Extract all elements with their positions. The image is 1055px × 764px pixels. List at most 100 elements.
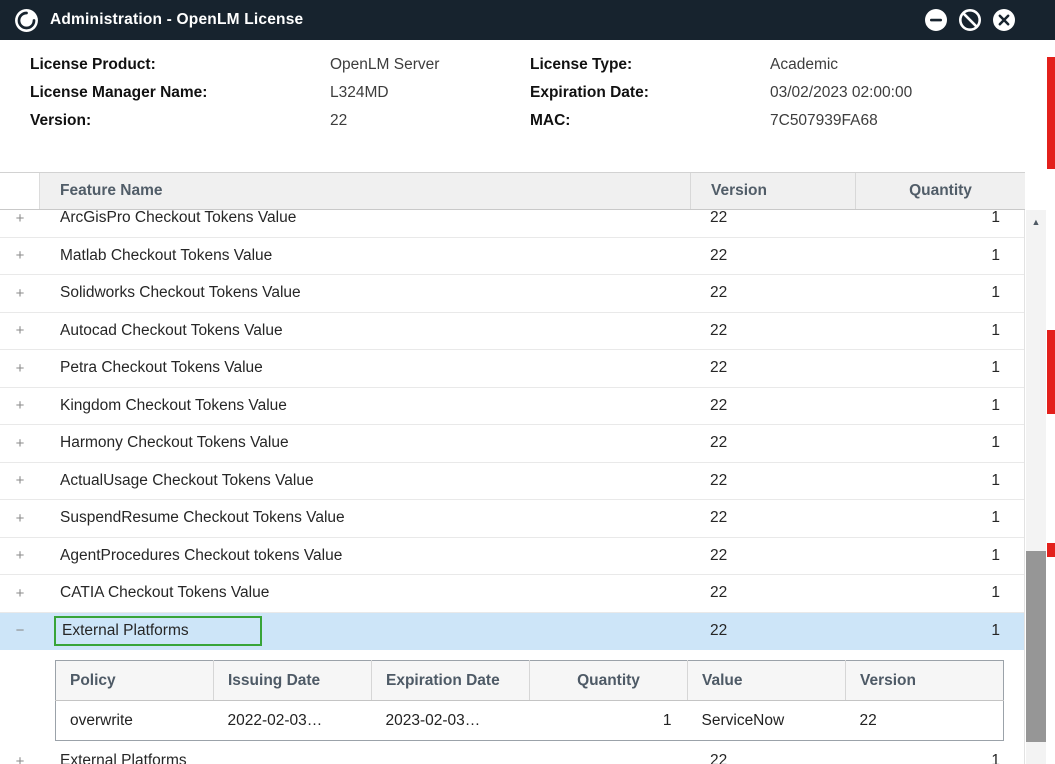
table-row[interactable]: +Autocad Checkout Tokens Value221 — [0, 313, 1024, 351]
subtable-column-header[interactable]: Quantity — [530, 661, 688, 701]
feature-name-cell: ArcGisPro Checkout Tokens Value — [40, 210, 690, 227]
expand-icon[interactable]: + — [0, 285, 40, 302]
expand-icon[interactable]: + — [0, 472, 40, 489]
table-row[interactable]: +External Platforms221 — [0, 743, 1024, 764]
window-controls — [924, 8, 1016, 32]
feature-name-cell: Kingdom Checkout Tokens Value — [40, 397, 690, 415]
red-annotation-strip — [1047, 57, 1055, 169]
expand-icon[interactable]: + — [0, 322, 40, 339]
quantity-cell: 1 — [855, 284, 1025, 302]
table-row[interactable]: +AgentProcedures Checkout tokens Value22… — [0, 538, 1024, 576]
close-button[interactable] — [992, 8, 1016, 32]
table-row[interactable]: +ActualUsage Checkout Tokens Value221 — [0, 463, 1024, 501]
table-viewport: +ArcGisPro Checkout Tokens Value221+Matl… — [0, 210, 1025, 764]
info-label: License Type: — [530, 56, 770, 74]
expand-icon[interactable]: + — [0, 247, 40, 264]
annotation-highlight-box: External Platforms — [54, 616, 262, 646]
column-header-feature-name[interactable]: Feature Name — [40, 173, 690, 209]
window-title: Administration - OpenLM License — [50, 11, 303, 29]
table-row[interactable]: +Kingdom Checkout Tokens Value221 — [0, 388, 1024, 426]
version-cell: 22 — [690, 752, 855, 764]
feature-name-cell: Harmony Checkout Tokens Value — [40, 434, 690, 452]
quantity-cell: 1 — [855, 547, 1025, 565]
feature-name-cell: Petra Checkout Tokens Value — [40, 359, 690, 377]
info-value: 03/02/2023 02:00:00 — [770, 84, 1055, 102]
info-label: License Manager Name: — [30, 84, 330, 102]
info-label: MAC: — [530, 112, 770, 130]
expand-icon[interactable]: + — [0, 360, 40, 377]
subtable-cell: 22 — [846, 701, 1004, 741]
vertical-scrollbar[interactable]: ▲ — [1026, 210, 1046, 764]
column-header-quantity[interactable]: Quantity — [855, 173, 1025, 209]
subtable-header-row: PolicyIssuing DateExpiration DateQuantit… — [56, 661, 1004, 701]
subtable-row[interactable]: overwrite2022-02-03…2023-02-03…1ServiceN… — [56, 701, 1004, 741]
feature-name-cell: External Platforms — [40, 616, 690, 646]
info-value: Academic — [770, 56, 1055, 74]
expand-icon[interactable]: + — [0, 435, 40, 452]
info-value: 7C507939FA68 — [770, 112, 1055, 130]
version-cell: 22 — [690, 247, 855, 265]
minimize-button[interactable] — [924, 8, 948, 32]
feature-name-cell: External Platforms — [40, 752, 690, 764]
quantity-cell: 1 — [855, 210, 1025, 227]
table-row[interactable]: +CATIA Checkout Tokens Value221 — [0, 575, 1024, 613]
quantity-cell: 1 — [855, 247, 1025, 265]
version-cell: 22 — [690, 210, 855, 227]
version-cell: 22 — [690, 472, 855, 490]
administration-window: Administration - OpenLM License — [0, 0, 1055, 764]
feature-name-cell: Matlab Checkout Tokens Value — [40, 247, 690, 265]
expander-column-header — [0, 173, 40, 209]
subtable-column-header[interactable]: Version — [846, 661, 1004, 701]
subtable-cell: 2023-02-03… — [372, 701, 530, 741]
subtable-column-header[interactable]: Expiration Date — [372, 661, 530, 701]
info-label: License Product: — [30, 56, 330, 74]
quantity-cell: 1 — [855, 434, 1025, 452]
table-row[interactable]: +Harmony Checkout Tokens Value221 — [0, 425, 1024, 463]
feature-name-cell: AgentProcedures Checkout tokens Value — [40, 547, 690, 565]
quantity-cell: 1 — [855, 472, 1025, 490]
quantity-cell: 1 — [855, 584, 1025, 602]
subtable-cell: 1 — [530, 701, 688, 741]
scrollbar-thumb[interactable] — [1026, 551, 1046, 742]
expand-icon[interactable]: + — [0, 585, 40, 602]
table-row[interactable]: −External Platforms221 — [0, 613, 1024, 651]
table-rows: +ArcGisPro Checkout Tokens Value221+Matl… — [0, 210, 1024, 764]
expanded-row-detail: PolicyIssuing DateExpiration DateQuantit… — [0, 650, 1024, 743]
subtable-column-header[interactable]: Policy — [56, 661, 214, 701]
table-row[interactable]: +ArcGisPro Checkout Tokens Value221 — [0, 210, 1024, 238]
expand-icon[interactable]: + — [0, 510, 40, 527]
subtable-cell: 2022-02-03… — [214, 701, 372, 741]
subtable-cell: ServiceNow — [688, 701, 846, 741]
quantity-cell: 1 — [855, 752, 1025, 764]
expand-icon[interactable]: + — [0, 753, 40, 764]
quantity-cell: 1 — [855, 359, 1025, 377]
table-row[interactable]: +Solidworks Checkout Tokens Value221 — [0, 275, 1024, 313]
quantity-cell: 1 — [855, 509, 1025, 527]
block-button[interactable] — [958, 8, 982, 32]
subtable-cell: overwrite — [56, 701, 214, 741]
titlebar: Administration - OpenLM License — [0, 0, 1055, 40]
openlm-logo-icon — [14, 8, 39, 33]
version-cell: 22 — [690, 397, 855, 415]
table-row[interactable]: +Petra Checkout Tokens Value221 — [0, 350, 1024, 388]
subtable-column-header[interactable]: Value — [688, 661, 846, 701]
table-row[interactable]: +Matlab Checkout Tokens Value221 — [0, 238, 1024, 276]
version-cell: 22 — [690, 434, 855, 452]
red-annotation-strip — [1047, 330, 1055, 414]
info-value: 22 — [330, 112, 530, 130]
feature-name-cell: Autocad Checkout Tokens Value — [40, 322, 690, 340]
feature-name-cell: CATIA Checkout Tokens Value — [40, 584, 690, 602]
expand-icon[interactable]: + — [0, 210, 40, 227]
scroll-up-icon[interactable]: ▲ — [1026, 210, 1046, 234]
table-row[interactable]: +SuspendResume Checkout Tokens Value221 — [0, 500, 1024, 538]
info-label: Expiration Date: — [530, 84, 770, 102]
feature-name-cell: SuspendResume Checkout Tokens Value — [40, 509, 690, 527]
subtable-column-header[interactable]: Issuing Date — [214, 661, 372, 701]
column-header-version[interactable]: Version — [690, 173, 855, 209]
expand-icon[interactable]: + — [0, 547, 40, 564]
feature-name-cell: Solidworks Checkout Tokens Value — [40, 284, 690, 302]
expand-icon[interactable]: + — [0, 397, 40, 414]
feature-name-cell: ActualUsage Checkout Tokens Value — [40, 472, 690, 490]
quantity-cell: 1 — [855, 622, 1025, 640]
collapse-icon[interactable]: − — [0, 622, 40, 639]
